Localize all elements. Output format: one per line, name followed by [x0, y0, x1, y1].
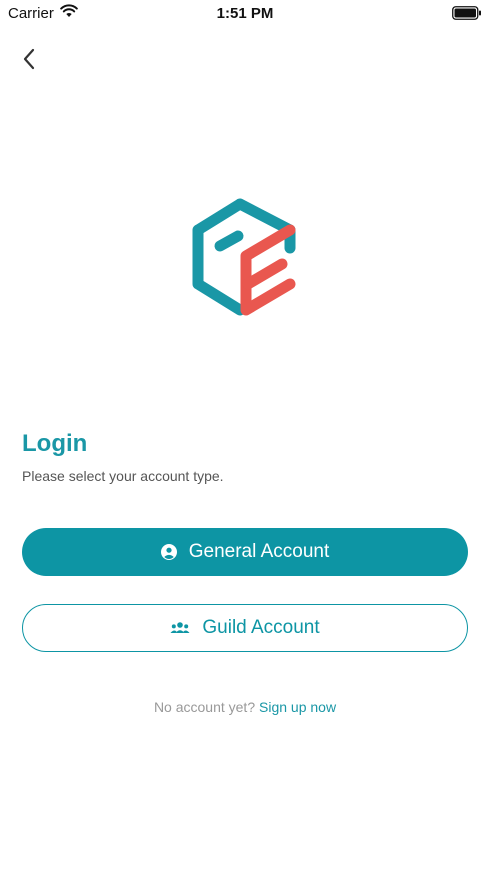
back-button[interactable] [14, 44, 44, 74]
group-icon [170, 621, 190, 635]
general-account-button[interactable]: General Account [22, 528, 468, 576]
signup-link[interactable]: Sign up now [259, 699, 336, 715]
page-title: Login [22, 430, 88, 457]
page-subtitle: Please select your account type. [22, 468, 224, 484]
signup-prompt: No account yet? [153, 699, 256, 715]
chevron-left-icon [23, 48, 35, 70]
status-bar: Carrier 1:51 PM [0, 0, 490, 28]
user-circle-icon [160, 544, 177, 560]
signup-row: No account yet? Sign up now [0, 699, 490, 715]
guild-account-button[interactable]: Guild Account [22, 604, 468, 652]
general-account-label: General Account [188, 541, 330, 562]
clock: 1:51 PM [216, 5, 274, 22]
battery-icon [452, 6, 481, 20]
guild-account-label: Guild Account [202, 617, 320, 638]
app-logo [192, 198, 296, 316]
